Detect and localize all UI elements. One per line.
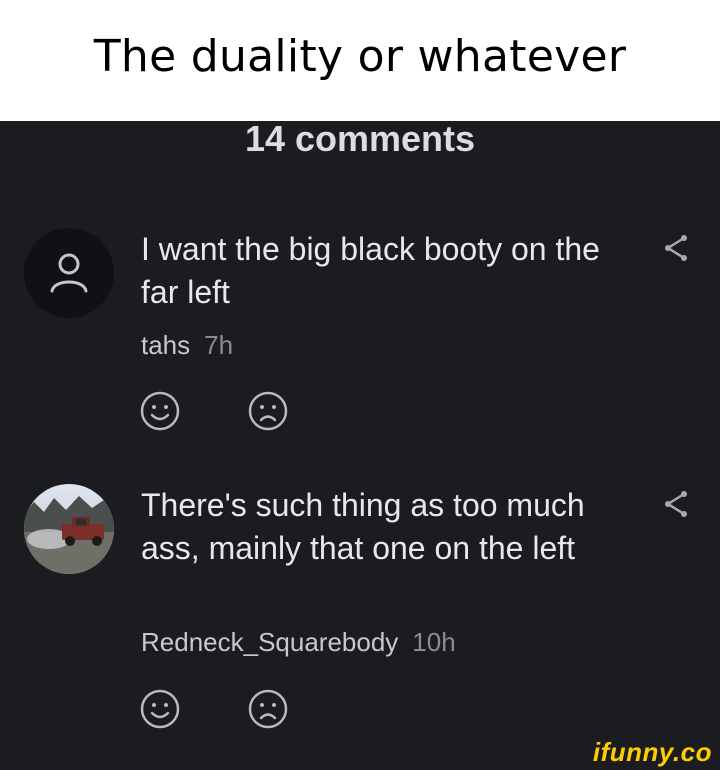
frown-reaction-icon[interactable] xyxy=(247,688,289,730)
truck-photo-avatar xyxy=(24,484,114,574)
meme-caption-area: The duality or whatever xyxy=(0,0,720,121)
smile-reaction-icon[interactable] xyxy=(139,390,181,432)
share-icon[interactable] xyxy=(660,488,692,520)
comments-count: 14 comments xyxy=(244,118,476,159)
comment-time: 10h xyxy=(412,627,456,657)
comment-author[interactable]: Redneck_Squarebody xyxy=(141,627,398,657)
comment-time: 7h xyxy=(204,330,234,360)
comment-text: I want the big black booty on the far le… xyxy=(141,231,600,310)
avatar[interactable] xyxy=(24,228,114,318)
default-user-icon xyxy=(50,253,88,293)
comment-text: There's such thing as too much ass, main… xyxy=(141,487,585,566)
ifunny-watermark: ifunny.co xyxy=(592,737,712,767)
avatar[interactable] xyxy=(24,484,114,574)
comment-meta: Redneck_Squarebody 10h xyxy=(141,627,456,658)
comment-meta: tahs 7h xyxy=(141,330,233,361)
comment-author[interactable]: tahs xyxy=(141,330,190,360)
meme-title: The duality or whatever xyxy=(93,31,627,82)
smile-reaction-icon[interactable] xyxy=(139,688,181,730)
frown-reaction-icon[interactable] xyxy=(247,390,289,432)
share-icon[interactable] xyxy=(660,232,692,264)
